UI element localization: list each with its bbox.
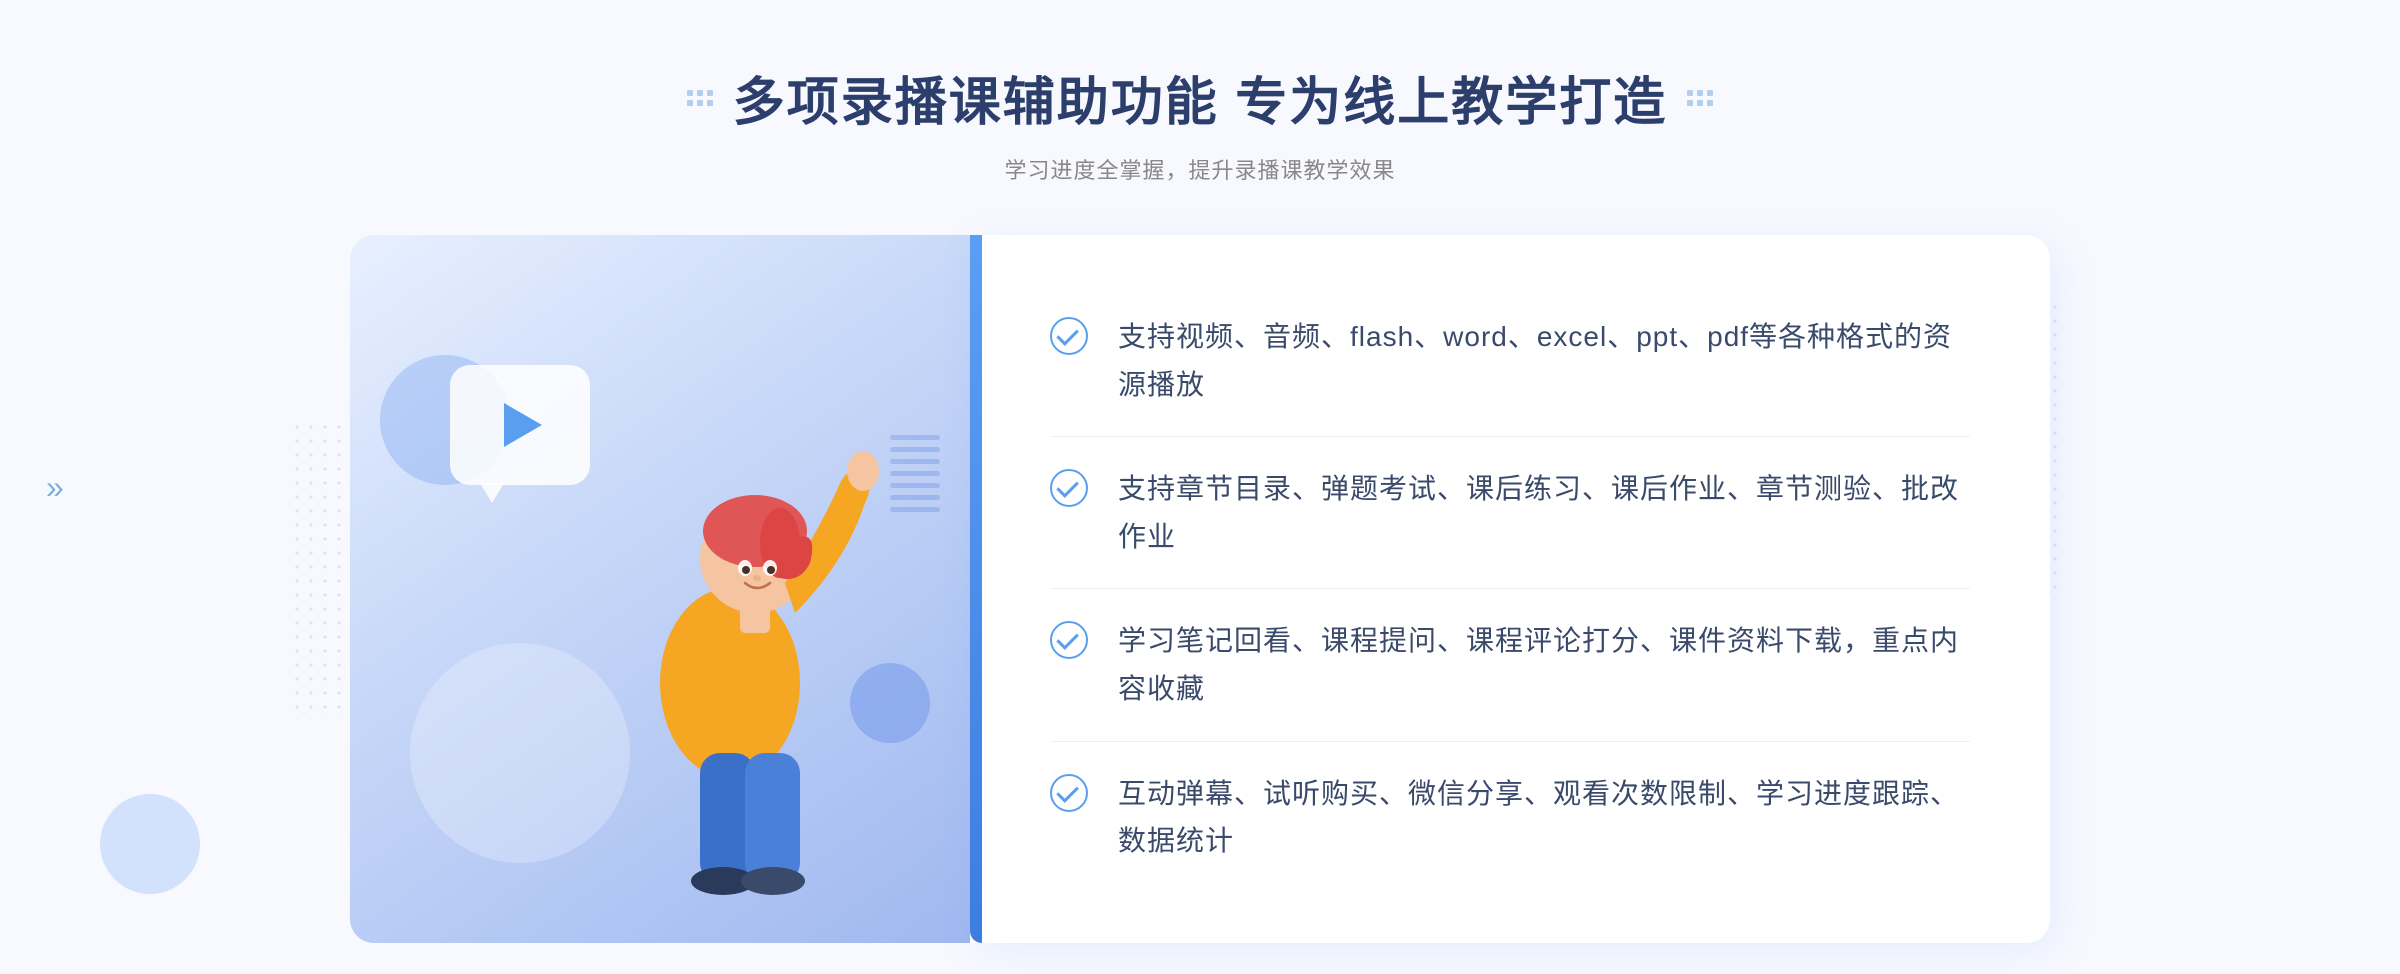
- check-icon-4: [1050, 774, 1088, 812]
- feature-text-3: 学习笔记回看、课程提问、课程评论打分、课件资料下载，重点内容收藏: [1118, 617, 1970, 712]
- page-container: » 多项录播课辅助功能 专为线上教学打造: [0, 0, 2400, 974]
- title-wrapper: 多项录播课辅助功能 专为线上教学打造: [687, 60, 1713, 135]
- feature-item-4: 互动弹幕、试听购买、微信分享、观看次数限制、学习进度跟踪、数据统计: [1050, 742, 1970, 893]
- deco-dot: [697, 100, 703, 106]
- features-card: 支持视频、音频、flash、word、excel、ppt、pdf等各种格式的资源…: [970, 235, 2050, 943]
- deco-dot: [1697, 100, 1703, 106]
- checkmark-3: [1056, 628, 1079, 651]
- deco-dot: [697, 90, 703, 96]
- checkmark-4: [1056, 780, 1079, 803]
- page-title: 多项录播课辅助功能 专为线上教学打造: [733, 60, 1667, 135]
- checkmark-2: [1056, 475, 1079, 498]
- page-subtitle: 学习进度全掌握，提升录播课教学效果: [687, 153, 1713, 185]
- deco-dot: [707, 100, 713, 106]
- play-icon: [504, 403, 542, 447]
- main-content: 支持视频、音频、flash、word、excel、ppt、pdf等各种格式的资源…: [350, 235, 2050, 943]
- feature-text-2: 支持章节目录、弹题考试、课后练习、课后作业、章节测验、批改作业: [1118, 465, 1970, 560]
- feature-item-1: 支持视频、音频、flash、word、excel、ppt、pdf等各种格式的资源…: [1050, 285, 1970, 437]
- chevron-right-icon: »: [46, 471, 64, 503]
- feature-item-2: 支持章节目录、弹题考试、课后练习、课后作业、章节测验、批改作业: [1050, 437, 1970, 589]
- left-arrows-decoration: »: [46, 471, 64, 503]
- decorator-dots-top: [687, 90, 713, 106]
- illustration-card: [350, 235, 970, 943]
- header-section: 多项录播课辅助功能 专为线上教学打造 学习进度全掌握，提升录播课教学效果: [687, 60, 1713, 185]
- person-illustration: [555, 383, 905, 943]
- check-icon-1: [1050, 317, 1088, 355]
- deco-dot: [707, 90, 713, 96]
- deco-dot: [687, 100, 693, 106]
- feature-item-3: 学习笔记回看、课程提问、课程评论打分、课件资料下载，重点内容收藏: [1050, 589, 1970, 741]
- feature-text-1: 支持视频、音频、flash、word、excel、ppt、pdf等各种格式的资源…: [1118, 313, 1970, 408]
- deco-dot: [687, 90, 693, 96]
- deco-dot: [1687, 90, 1693, 96]
- feature-text-4: 互动弹幕、试听购买、微信分享、观看次数限制、学习进度跟踪、数据统计: [1118, 770, 1970, 865]
- check-icon-2: [1050, 469, 1088, 507]
- left-decorator: [687, 90, 713, 106]
- check-icon-3: [1050, 621, 1088, 659]
- deco-dot: [1707, 100, 1713, 106]
- accent-bar: [970, 235, 982, 943]
- decorator-dots-right: [1687, 90, 1713, 106]
- right-decorator: [1687, 90, 1713, 106]
- deco-dot: [1687, 100, 1693, 106]
- deco-dot: [1697, 90, 1703, 96]
- checkmark-1: [1056, 323, 1079, 346]
- bottom-circle-decoration: [100, 794, 200, 894]
- deco-dot: [1707, 90, 1713, 96]
